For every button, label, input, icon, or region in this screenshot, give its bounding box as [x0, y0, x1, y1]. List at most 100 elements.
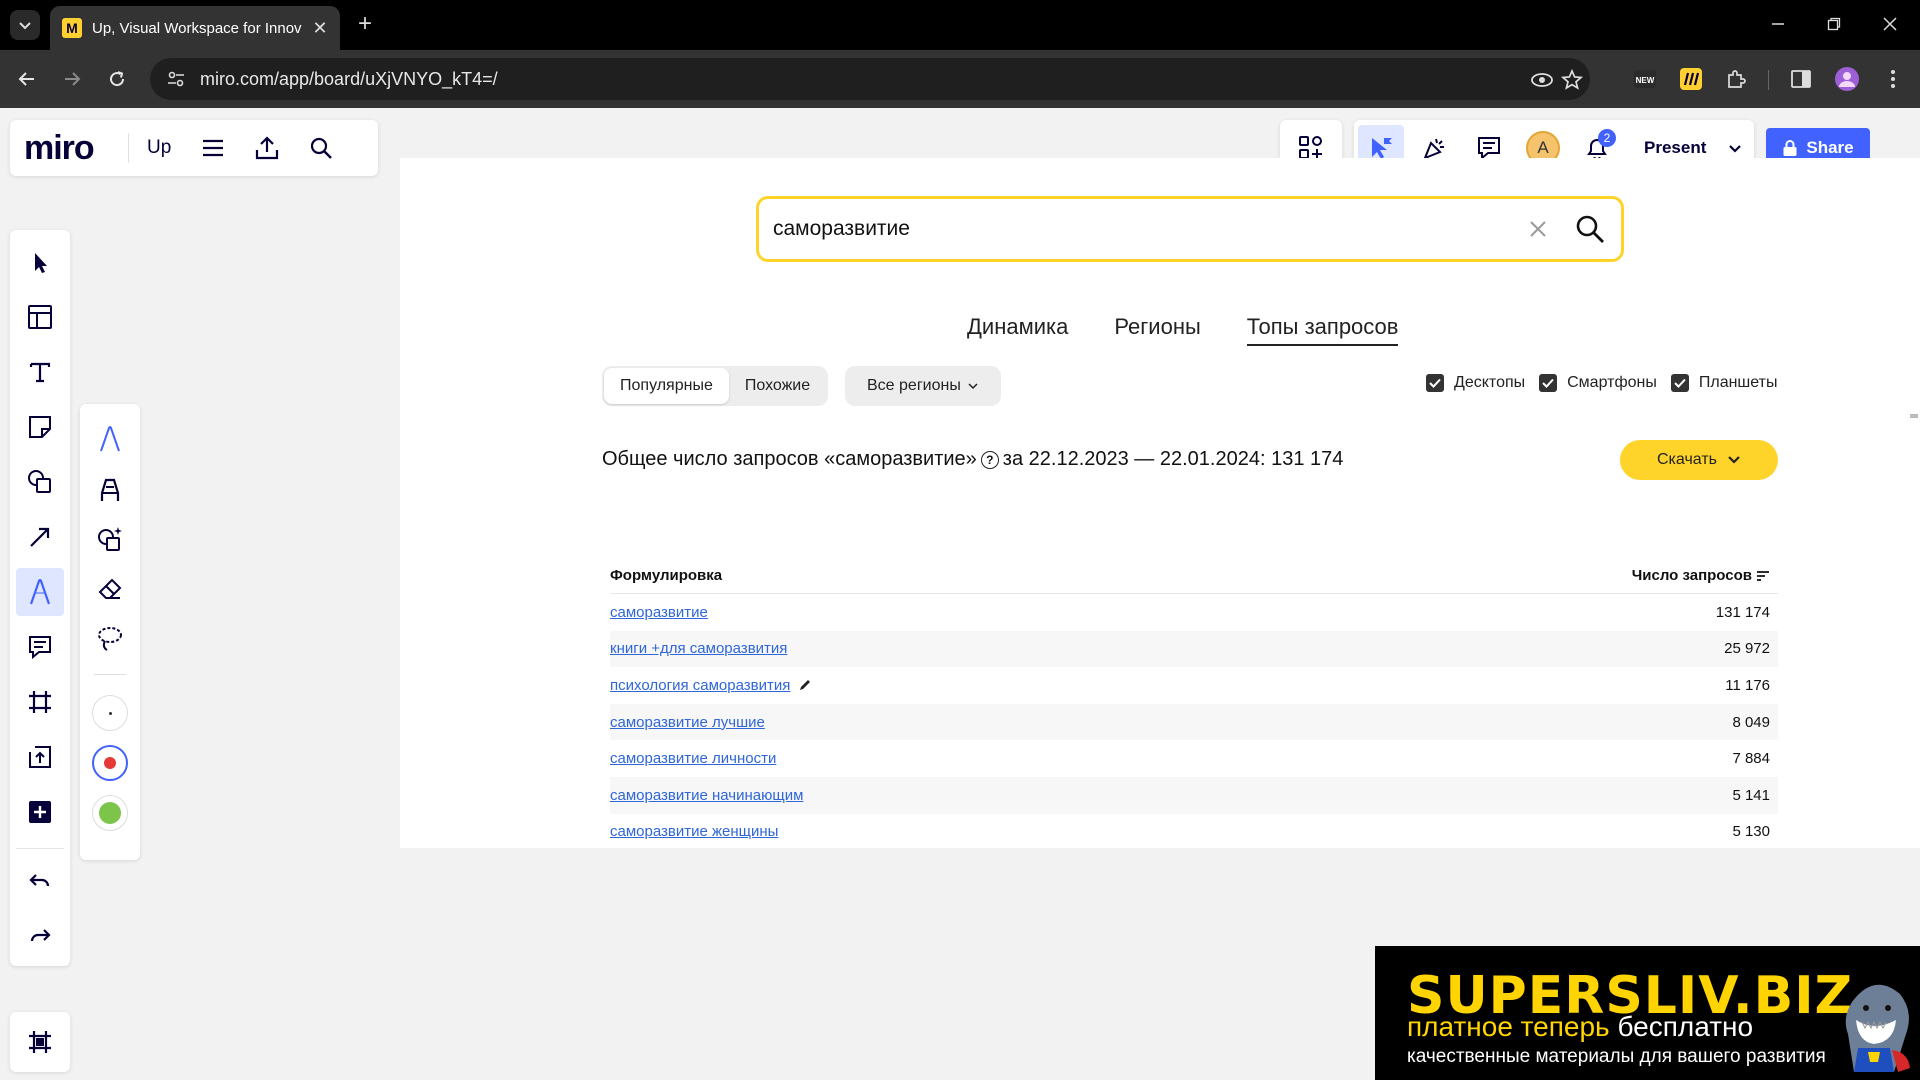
close-window-button[interactable]: [1878, 12, 1902, 36]
close-icon: [1530, 221, 1546, 237]
device-desktop-checkbox[interactable]: Десктопы: [1426, 374, 1525, 392]
clear-search-button[interactable]: [1525, 216, 1551, 242]
smart-drawing-option[interactable]: [86, 516, 134, 562]
query-phrase-link[interactable]: саморазвитие личности: [610, 750, 776, 767]
restore-button[interactable]: [1822, 12, 1846, 36]
watermark-subtitle-yellow: платное теперь: [1407, 1011, 1610, 1042]
device-smartphone-checkbox[interactable]: Смартфоны: [1539, 374, 1657, 392]
wordstat-search-input[interactable]: [773, 217, 1533, 241]
extensions-puzzle-icon[interactable]: [1723, 66, 1749, 92]
lasso-option[interactable]: [86, 616, 134, 662]
query-phrase-link[interactable]: саморазвитие начинающим: [610, 787, 803, 804]
search-submit-button[interactable]: [1575, 214, 1605, 244]
undo-icon: [29, 874, 50, 887]
url-text: miro.com/app/board/uXjVNYO_kT4=/: [200, 68, 498, 89]
present-button[interactable]: Present: [1620, 138, 1720, 158]
upload-tool[interactable]: [16, 733, 64, 781]
tab-top-queries[interactable]: Топы запросов: [1246, 314, 1399, 346]
pen-option[interactable]: [86, 416, 134, 462]
select-tool[interactable]: [16, 238, 64, 286]
help-question-icon[interactable]: ?: [980, 450, 999, 469]
templates-tool[interactable]: [16, 293, 64, 341]
arrow-left-icon: [18, 72, 34, 86]
redo-icon: [30, 929, 51, 942]
site-settings-icon[interactable]: [166, 69, 186, 89]
checkbox-checked-icon: [1426, 374, 1444, 392]
top-queries-table: Формулировка Число запросов саморазвитие…: [610, 558, 1778, 848]
sticky-note-icon: [29, 416, 51, 438]
tab-close-button[interactable]: ✕: [312, 18, 328, 39]
miro-board-canvas[interactable]: miro Up A 2 Present Share саморазвитие Д…: [0, 108, 1920, 1080]
comment-tool[interactable]: [16, 623, 64, 671]
eraser-option[interactable]: [86, 566, 134, 612]
query-count: 5 130: [1732, 823, 1770, 841]
query-type-segmented-control: Популярные Похожие: [602, 366, 829, 406]
query-phrase-link[interactable]: книги +для саморазвития: [610, 640, 787, 657]
browser-menu-icon[interactable]: [1880, 66, 1906, 92]
miro-logo[interactable]: miro: [24, 129, 128, 168]
tab-regions[interactable]: Регионы: [1114, 314, 1200, 346]
table-row: саморазвитие 131 174: [610, 594, 1778, 631]
query-count: 8 049: [1732, 713, 1770, 731]
watermark-subtitle: платное теперь бесплатно: [1407, 1012, 1753, 1042]
hamburger-menu-icon: [203, 139, 224, 157]
color-red-option[interactable]: [86, 740, 134, 786]
miro-extension-icon[interactable]: [1678, 66, 1704, 92]
forward-button[interactable]: [59, 66, 85, 92]
board-header-panel: miro Up: [10, 120, 378, 176]
search-icon: [311, 137, 333, 159]
table-row: саморазвитие личности 7 884: [610, 740, 1778, 777]
main-menu-button[interactable]: [193, 128, 233, 168]
frame-tool[interactable]: [16, 678, 64, 726]
column-header-count[interactable]: Число запросов: [1632, 567, 1770, 584]
minimize-button[interactable]: [1766, 12, 1790, 36]
sticky-note-tool[interactable]: [16, 403, 64, 451]
region-dropdown[interactable]: Все регионы: [845, 366, 1001, 406]
more-apps-tool[interactable]: [16, 788, 64, 836]
tracking-eye-icon[interactable]: [1530, 68, 1554, 92]
redo-button[interactable]: [16, 913, 64, 961]
reload-icon: [110, 71, 125, 87]
frames-panel-button[interactable]: [10, 1012, 70, 1072]
profile-avatar-icon[interactable]: [1834, 66, 1860, 92]
segment-similar[interactable]: Похожие: [729, 368, 826, 404]
chevron-down-icon: [1729, 145, 1742, 153]
stroke-size-option[interactable]: [86, 690, 134, 736]
highlighter-option[interactable]: [86, 466, 134, 512]
board-search-button[interactable]: [301, 128, 341, 168]
download-button[interactable]: Скачать: [1620, 440, 1778, 480]
eraser-icon: [98, 578, 122, 599]
side-panel-icon[interactable]: [1788, 66, 1814, 92]
segment-popular[interactable]: Популярные: [604, 368, 729, 404]
chevron-down-icon: [1728, 456, 1740, 464]
export-button[interactable]: [247, 128, 287, 168]
board-name[interactable]: Up: [147, 137, 171, 159]
browser-tab[interactable]: M Up, Visual Workspace for Innov ✕: [50, 6, 340, 50]
device-tablet-checkbox[interactable]: Планшеты: [1670, 374, 1777, 392]
embedded-webpage: Динамика Регионы Топы запросов Популярны…: [400, 158, 1920, 848]
query-phrase-link[interactable]: саморазвитие: [610, 604, 708, 621]
query-phrase-link[interactable]: психология саморазвития: [610, 677, 790, 694]
shapes-tool[interactable]: [16, 458, 64, 506]
address-bar[interactable]: miro.com/app/board/uXjVNYO_kT4=/: [150, 58, 1590, 100]
bookmark-star-icon[interactable]: [1560, 68, 1584, 92]
query-phrase-link[interactable]: саморазвитие женщины: [610, 823, 778, 840]
text-tool[interactable]: [16, 348, 64, 396]
reload-button[interactable]: [104, 66, 130, 92]
tab-search-button[interactable]: [10, 10, 40, 40]
device-filters: Десктопы Смартфоны Планшеты: [1426, 374, 1779, 392]
wordstat-search-box: [756, 196, 1624, 262]
column-header-count-label: Число запросов: [1631, 567, 1752, 584]
new-tab-button[interactable]: +: [352, 12, 378, 38]
extension-new-icon[interactable]: NEW: [1632, 66, 1658, 92]
frame-hash-icon: [29, 691, 51, 713]
color-green-option[interactable]: [86, 790, 134, 836]
back-button[interactable]: [14, 66, 40, 92]
query-phrase-link[interactable]: саморазвитие лучшие: [610, 714, 765, 731]
connection-line-tool[interactable]: [16, 513, 64, 561]
stroke-size-dot: [92, 695, 128, 731]
undo-button[interactable]: [16, 858, 64, 906]
tab-dynamics[interactable]: Динамика: [967, 314, 1068, 346]
pen-tool[interactable]: [16, 568, 64, 616]
plus-square-icon: [29, 801, 51, 823]
